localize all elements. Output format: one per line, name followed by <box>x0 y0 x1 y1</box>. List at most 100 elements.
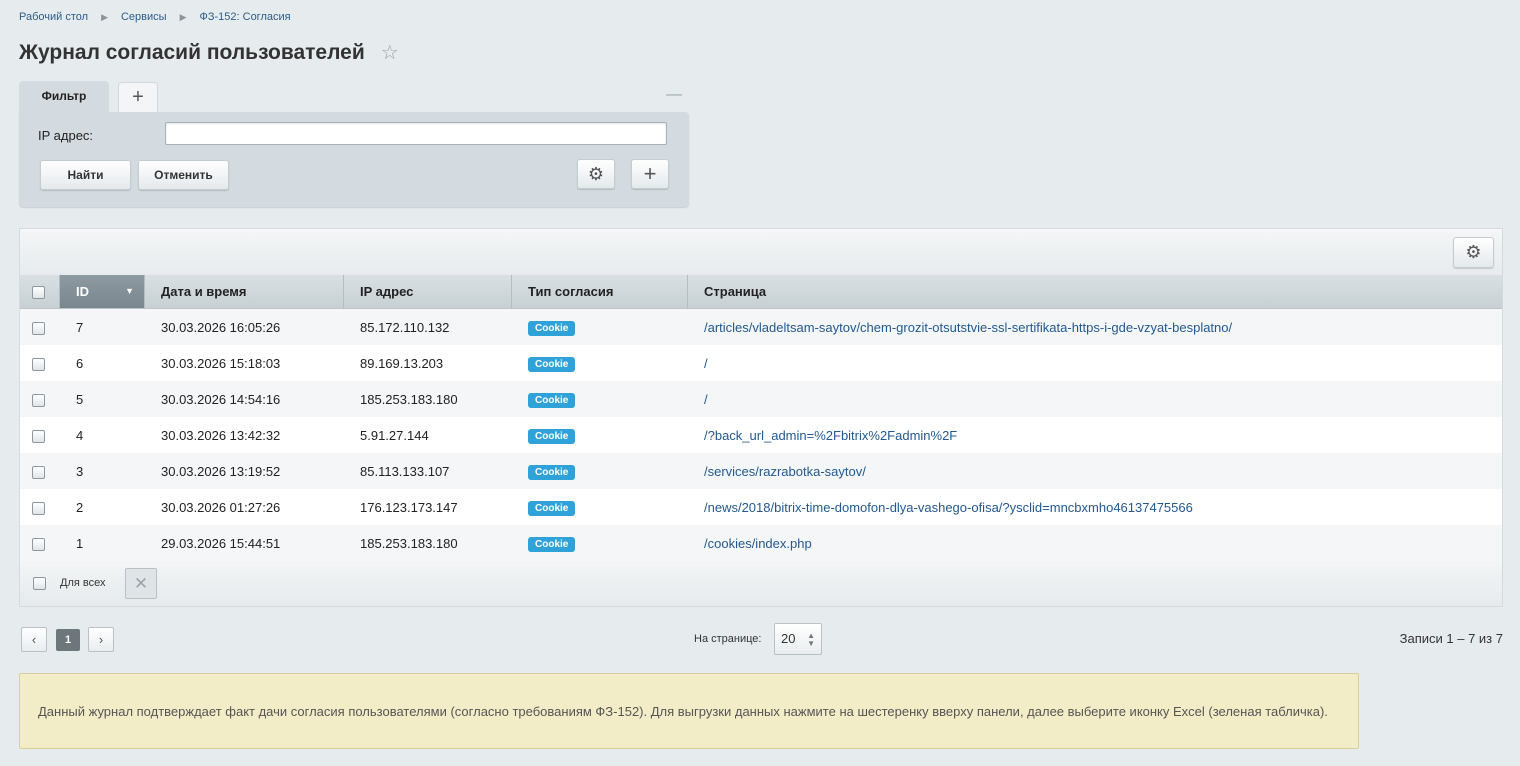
chevron-right-icon: › <box>98 632 104 647</box>
cell-page: /news/2018/bitrix-time-domofon-dlya-vash… <box>688 500 1502 515</box>
close-icon: ✕ <box>133 574 149 593</box>
page-link[interactable]: / <box>704 392 708 407</box>
grid-settings-button[interactable]: ⚙ <box>1453 237 1494 268</box>
cell-ip: 185.253.183.180 <box>360 535 458 551</box>
grid-header: ID ▼ Дата и время IP адрес Тип согласия … <box>20 275 1502 309</box>
page-link[interactable]: /services/razrabotka-saytov/ <box>704 464 866 479</box>
row-checkbox[interactable] <box>32 537 45 551</box>
page-link[interactable]: / <box>704 356 708 371</box>
grid-toolbar: ⚙ <box>20 229 1502 275</box>
cell-id: 1 <box>76 535 84 551</box>
column-header-datetime[interactable]: Дата и время <box>145 275 344 308</box>
filter-settings-button[interactable]: ⚙ <box>577 159 615 189</box>
cell-type: Cookie <box>512 427 688 444</box>
star-icon[interactable]: ☆ <box>381 40 399 65</box>
filter-add-field-button[interactable]: + <box>631 159 669 189</box>
breadcrumb-services[interactable]: Сервисы <box>121 11 167 23</box>
find-button[interactable]: Найти <box>40 160 131 190</box>
column-header-type[interactable]: Тип согласия <box>512 275 688 308</box>
cell-id: 7 <box>76 319 84 335</box>
cell-datetime: 30.03.2026 01:27:26 <box>161 499 281 515</box>
cell-ip: 85.113.133.107 <box>360 463 450 479</box>
cell-id: 6 <box>76 355 84 371</box>
row-checkbox[interactable] <box>32 357 45 371</box>
page-link[interactable]: /cookies/index.php <box>704 536 812 551</box>
row-checkbox[interactable] <box>32 321 45 335</box>
breadcrumb-fz152[interactable]: ФЗ-152: Согласия <box>199 11 290 23</box>
page-link[interactable]: /?back_url_admin=%2Fbitrix%2Fadmin%2F <box>704 428 957 443</box>
cell-type: Cookie <box>512 355 688 372</box>
consent-type-badge: Cookie <box>528 320 576 336</box>
table-row[interactable]: 4 30.03.2026 13:42:32 5.91.27.144 Cookie… <box>20 417 1502 453</box>
header-checkbox-cell <box>20 275 60 308</box>
info-notice: Данный журнал подтверждает факт дачи сог… <box>19 673 1359 749</box>
consent-type-badge: Cookie <box>528 428 576 444</box>
gear-icon: ⚙ <box>1465 242 1482 262</box>
cell-type: Cookie <box>512 391 688 408</box>
apply-to-all-checkbox[interactable] <box>33 577 46 590</box>
next-page-button[interactable]: › <box>88 627 114 652</box>
cell-page: /articles/vladeltsam-saytov/chem-grozit-… <box>688 320 1502 335</box>
row-checkbox[interactable] <box>32 393 45 407</box>
table-row[interactable]: 7 30.03.2026 16:05:26 85.172.110.132 Coo… <box>20 309 1502 345</box>
table-row[interactable]: 2 30.03.2026 01:27:26 176.123.173.147 Co… <box>20 489 1502 525</box>
table-row[interactable]: 5 30.03.2026 14:54:16 185.253.183.180 Co… <box>20 381 1502 417</box>
breadcrumb-desktop[interactable]: Рабочий стол <box>19 11 88 23</box>
row-checkbox[interactable] <box>32 429 45 443</box>
row-checkbox-cell <box>20 499 60 515</box>
per-page-select[interactable]: 20 ▲ ▼ <box>774 623 822 655</box>
column-header-ip[interactable]: IP адрес <box>344 275 512 308</box>
per-page-value: 20 <box>781 631 796 646</box>
select-all-checkbox[interactable] <box>32 286 45 300</box>
consent-type-badge: Cookie <box>528 392 576 408</box>
column-label-id: ID <box>76 284 89 299</box>
cell-datetime: 30.03.2026 14:54:16 <box>161 391 281 407</box>
ip-filter-input[interactable] <box>165 122 667 145</box>
prev-page-button[interactable]: ‹ <box>21 627 47 652</box>
column-header-page[interactable]: Страница <box>688 275 1502 308</box>
consent-type-badge: Cookie <box>528 356 576 372</box>
delete-button[interactable]: ✕ <box>125 568 157 599</box>
cell-ip: 176.123.173.147 <box>360 499 458 515</box>
cell-datetime: 30.03.2026 16:05:26 <box>161 319 281 335</box>
cell-datetime: 29.03.2026 15:44:51 <box>161 535 281 551</box>
cell-ip: 89.169.13.203 <box>360 355 444 371</box>
apply-to-all-label: Для всех <box>60 577 106 589</box>
minus-icon[interactable]: — <box>666 87 682 103</box>
ip-filter-label: IP адрес: <box>38 128 94 143</box>
row-checkbox-cell <box>20 463 60 479</box>
cell-datetime: 30.03.2026 13:19:52 <box>161 463 281 479</box>
row-checkbox-cell <box>20 391 60 407</box>
add-filter-tab-button[interactable]: + <box>118 82 158 112</box>
plus-icon: + <box>132 86 144 108</box>
column-header-id[interactable]: ID ▼ <box>60 275 145 308</box>
table-row[interactable]: 1 29.03.2026 15:44:51 185.253.183.180 Co… <box>20 525 1502 561</box>
row-checkbox[interactable] <box>32 465 45 479</box>
sort-desc-icon: ▼ <box>125 286 134 296</box>
consent-grid: ⚙ ID ▼ Дата и время IP адрес Тип согласи… <box>19 228 1503 607</box>
table-row[interactable]: 6 30.03.2026 15:18:03 89.169.13.203 Cook… <box>20 345 1502 381</box>
cancel-button[interactable]: Отменить <box>138 160 229 190</box>
consent-type-badge: Cookie <box>528 500 576 516</box>
row-checkbox[interactable] <box>32 501 45 515</box>
cell-type: Cookie <box>512 499 688 516</box>
row-checkbox-cell <box>20 427 60 443</box>
cell-id: 3 <box>76 463 84 479</box>
current-page[interactable]: 1 <box>56 629 80 651</box>
tab-filter[interactable]: Фильтр <box>19 81 109 113</box>
cell-id: 4 <box>76 427 84 443</box>
cell-page: /services/razrabotka-saytov/ <box>688 464 1502 479</box>
consent-type-badge: Cookie <box>528 464 576 480</box>
chevron-right-icon: ▶ <box>101 11 108 22</box>
page-link[interactable]: /news/2018/bitrix-time-domofon-dlya-vash… <box>704 500 1193 515</box>
row-checkbox-cell <box>20 355 60 371</box>
cell-type: Cookie <box>512 463 688 480</box>
cell-page: / <box>688 356 1502 371</box>
gear-icon: ⚙ <box>587 164 605 184</box>
cell-page: /?back_url_admin=%2Fbitrix%2Fadmin%2F <box>688 428 1502 443</box>
page-link[interactable]: /articles/vladeltsam-saytov/chem-grozit-… <box>704 320 1232 335</box>
table-row[interactable]: 3 30.03.2026 13:19:52 85.113.133.107 Coo… <box>20 453 1502 489</box>
cell-datetime: 30.03.2026 13:42:32 <box>161 427 281 443</box>
cell-type: Cookie <box>512 535 688 552</box>
page-title-wrap: Журнал согласий пользователей ☆ <box>19 40 399 65</box>
